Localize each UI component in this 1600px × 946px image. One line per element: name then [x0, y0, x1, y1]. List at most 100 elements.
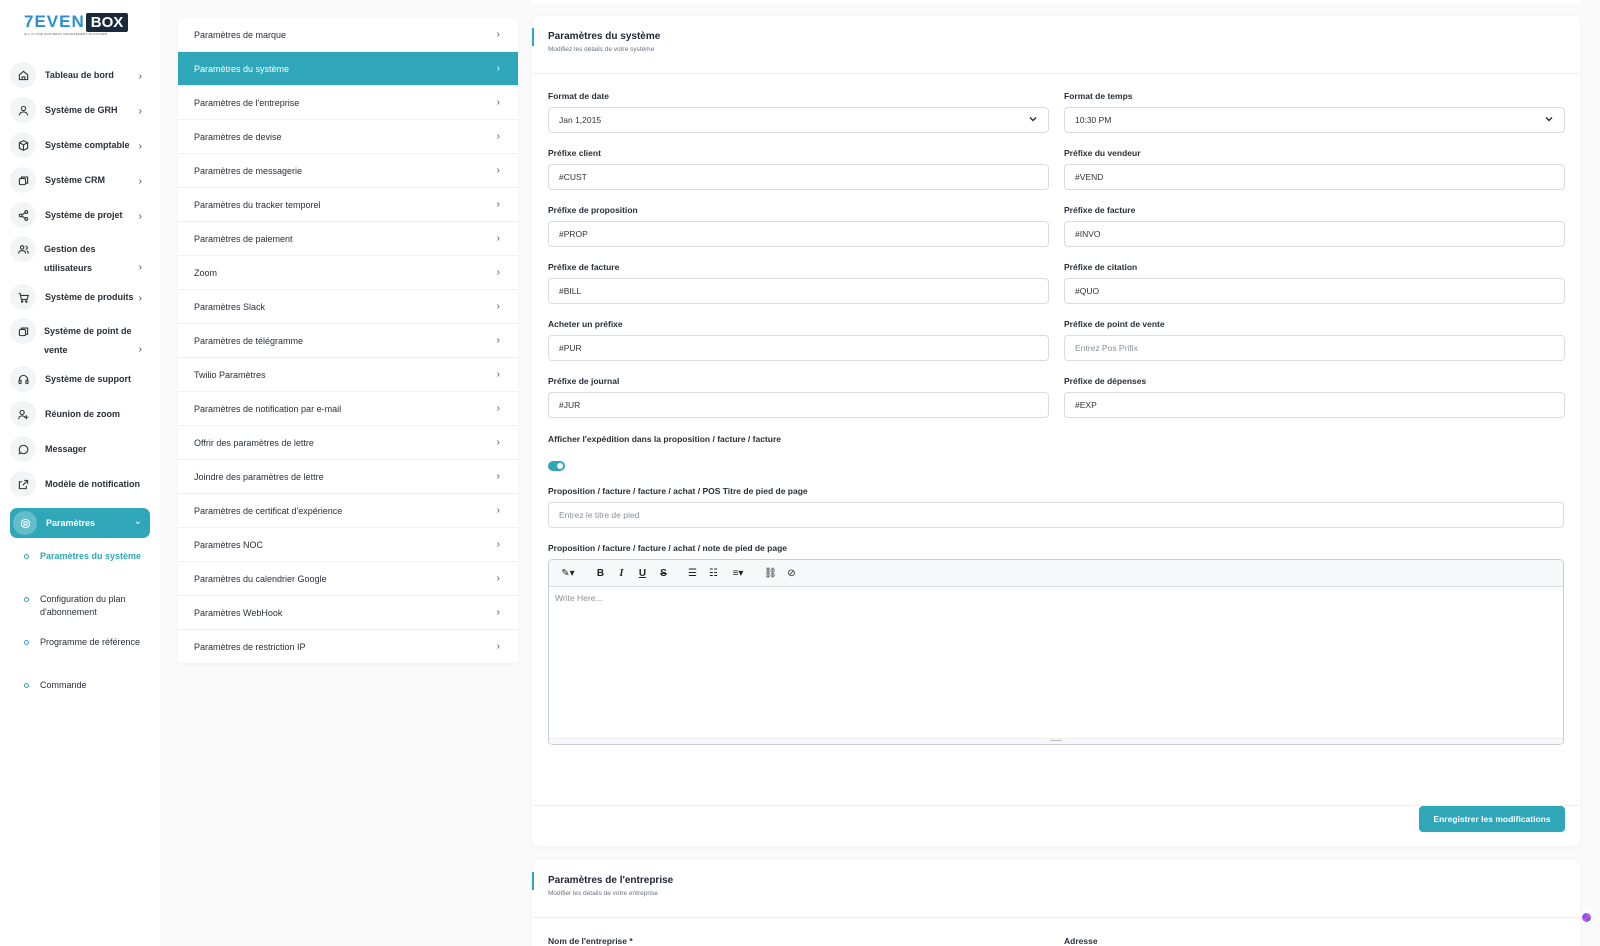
footer-title-input[interactable]	[548, 502, 1564, 528]
settings-menu-item-zoom[interactable]: Zoom ›	[178, 256, 518, 290]
date-format-select[interactable]: Jan 1,2015	[548, 107, 1049, 133]
sidebar-item-users[interactable]: Gestion des utilisateurs ›	[10, 236, 150, 276]
sidebar-item-label: Système de GRH	[45, 105, 118, 115]
company-name-label: Nom de l'entreprise *	[548, 936, 633, 946]
invoice-prefix-input[interactable]	[1064, 221, 1565, 247]
chevron-right-icon: ›	[496, 607, 500, 618]
settings-menu-item-noc[interactable]: Paramètres NOC ›	[178, 528, 518, 562]
sidebar-item-hrm[interactable]: Système de GRH ›	[10, 97, 150, 123]
proposal-prefix-input[interactable]	[548, 221, 1049, 247]
settings-menu-item-payment[interactable]: Paramètres de paiement ›	[178, 222, 518, 256]
settings-menu-item-brand[interactable]: Paramètres de marque ›	[178, 18, 518, 52]
vendor-prefix-input[interactable]	[1064, 164, 1565, 190]
sidebar-item-settings[interactable]: Paramètres ⌄	[10, 508, 150, 538]
settings-menu-item-currency[interactable]: Paramètres de devise ›	[178, 120, 518, 154]
strikethrough-icon[interactable]: S	[654, 565, 673, 582]
settings-menu-item-system[interactable]: Paramètres du système ›	[178, 52, 518, 86]
shipping-toggle[interactable]	[548, 461, 565, 471]
bold-icon[interactable]: B	[591, 565, 610, 582]
logo-box: BOX	[85, 12, 129, 32]
unlink-icon[interactable]: ⊘	[782, 565, 801, 582]
sidebar-item-accounting[interactable]: Système comptable ›	[10, 132, 150, 158]
save-changes-button[interactable]: Enregistrer les modifications	[1419, 806, 1565, 832]
bullet-icon	[24, 597, 29, 602]
sidebar-item-messenger[interactable]: Messager	[10, 436, 150, 462]
sidebar-item-notification-template[interactable]: Modèle de notification	[10, 471, 150, 497]
settings-menu-item-joining-letter[interactable]: Joindre des paramètres de lettre ›	[178, 460, 518, 494]
purchase-prefix-label: Acheter un préfixe	[548, 319, 623, 329]
sidebar-subitem-referral[interactable]: Programme de référence	[24, 636, 144, 649]
chevron-right-icon: ›	[138, 106, 142, 117]
sidebar-subitem-label: Configuration du plan d'abonnement	[40, 594, 126, 617]
settings-menu-item-offer-letter[interactable]: Offrir des paramètres de lettre ›	[178, 426, 518, 460]
time-format-value: 10:30 PM	[1075, 115, 1112, 125]
link-icon[interactable]: ⛓	[761, 565, 780, 582]
chevron-right-icon: ›	[496, 505, 500, 516]
time-format-label: Format de temps	[1064, 91, 1133, 101]
bill-prefix-input[interactable]	[548, 278, 1049, 304]
customer-prefix-input[interactable]	[548, 164, 1049, 190]
journal-prefix-label: Préfixe de journal	[548, 376, 620, 386]
sidebar-item-crm[interactable]: Système CRM ›	[10, 167, 150, 193]
settings-menu-item-telegram[interactable]: Paramètres de télégramme ›	[178, 324, 518, 358]
logo[interactable]: 7EVEN BOX ALL IN ONE BUSINESS MANAGEMENT…	[24, 12, 129, 36]
sidebar-item-support[interactable]: Système de support	[10, 366, 150, 392]
settings-menu-item-ip-restriction[interactable]: Paramètres de restriction IP ›	[178, 630, 518, 664]
settings-menu-item-webhook[interactable]: Paramètres WebHook ›	[178, 596, 518, 630]
settings-menu-item-time-tracker[interactable]: Paramètres du tracker temporel ›	[178, 188, 518, 222]
chevron-right-icon: ›	[138, 176, 142, 187]
pos-prefix-input[interactable]	[1064, 335, 1565, 361]
quotation-prefix-label: Préfixe de citation	[1064, 262, 1138, 272]
time-format-select[interactable]: 10:30 PM	[1064, 107, 1565, 133]
chevron-right-icon: ›	[496, 165, 500, 176]
sidebar-item-project[interactable]: Système de projet ›	[10, 202, 150, 228]
chevron-right-icon: ›	[496, 233, 500, 244]
sidebar-item-pos[interactable]: Système de point de vente ›	[10, 318, 150, 360]
sidebar-subitem-label: Commande	[40, 680, 87, 690]
sidebar-subitem-system-settings[interactable]: Paramètres du système	[24, 550, 144, 563]
logo-word: 7EVEN	[24, 12, 85, 31]
shipping-toggle-label: Afficher l'expédition dans la propositio…	[548, 434, 781, 444]
expense-prefix-input[interactable]	[1064, 392, 1565, 418]
chevron-right-icon: ›	[138, 293, 142, 304]
sidebar-subitem-label: Paramètres du système	[40, 551, 142, 561]
chevron-right-icon: ›	[496, 573, 500, 584]
sidebar-subitem-order[interactable]: Commande	[24, 679, 144, 692]
sidebar-item-zoom[interactable]: Réunion de zoom	[10, 401, 150, 427]
editor-resize-handle[interactable]	[549, 738, 1563, 744]
journal-prefix-input[interactable]	[548, 392, 1049, 418]
settings-menu-item-email-notification[interactable]: Paramètres de notification par e-mail ›	[178, 392, 518, 426]
settings-menu-item-company[interactable]: Paramètres de l'entreprise ›	[178, 86, 518, 120]
settings-menu-item-label: Offrir des paramètres de lettre	[194, 437, 314, 448]
date-format-value: Jan 1,2015	[559, 115, 602, 125]
sidebar-item-products[interactable]: Système de produits ›	[10, 284, 150, 310]
settings-menu-item-email[interactable]: Paramètres de messagerie ›	[178, 154, 518, 188]
quotation-prefix-input[interactable]	[1064, 278, 1565, 304]
settings-menu-item-label: Paramètres de certificat d'expérience	[194, 505, 343, 516]
purchase-prefix-input[interactable]	[548, 335, 1049, 361]
chevron-right-icon: ›	[496, 403, 500, 414]
sidebar-item-dashboard[interactable]: Tableau de bord ›	[10, 62, 150, 88]
numbered-list-icon[interactable]: ☷	[704, 565, 723, 582]
bullet-list-icon[interactable]: ☰	[683, 565, 702, 582]
settings-menu-item-slack[interactable]: Paramètres Slack ›	[178, 290, 518, 324]
settings-menu-item-experience-certificate[interactable]: Paramètres de certificat d'expérience ›	[178, 494, 518, 528]
chevron-right-icon: ›	[138, 71, 142, 82]
settings-menu-item-twilio[interactable]: Twilio Paramètres ›	[178, 358, 518, 392]
chevron-right-icon: ›	[496, 131, 500, 142]
expense-prefix-label: Préfixe de dépenses	[1064, 376, 1147, 386]
underline-icon[interactable]: U	[633, 565, 652, 582]
footer-note-textarea[interactable]: Write Here...	[549, 587, 1563, 737]
chevron-right-icon: ›	[138, 141, 142, 152]
sidebar-subitem-subscription-plan[interactable]: Configuration du plan d'abonnement	[24, 593, 144, 619]
settings-menu-item-label: Paramètres de devise	[194, 131, 282, 142]
italic-icon[interactable]: I	[612, 565, 631, 582]
settings-menu-item-label: Paramètres de marque	[194, 29, 287, 40]
align-icon[interactable]: ≡▾	[725, 565, 751, 582]
settings-menu-item-google-calendar[interactable]: Paramètres du calendrier Google ›	[178, 562, 518, 596]
proposal-prefix-label: Préfixe de proposition	[548, 205, 638, 215]
chevron-right-icon: ›	[496, 369, 500, 380]
share-icon	[10, 202, 36, 228]
magic-style-icon[interactable]: ✎▾	[555, 565, 581, 582]
assistant-icon[interactable]	[1579, 910, 1593, 924]
